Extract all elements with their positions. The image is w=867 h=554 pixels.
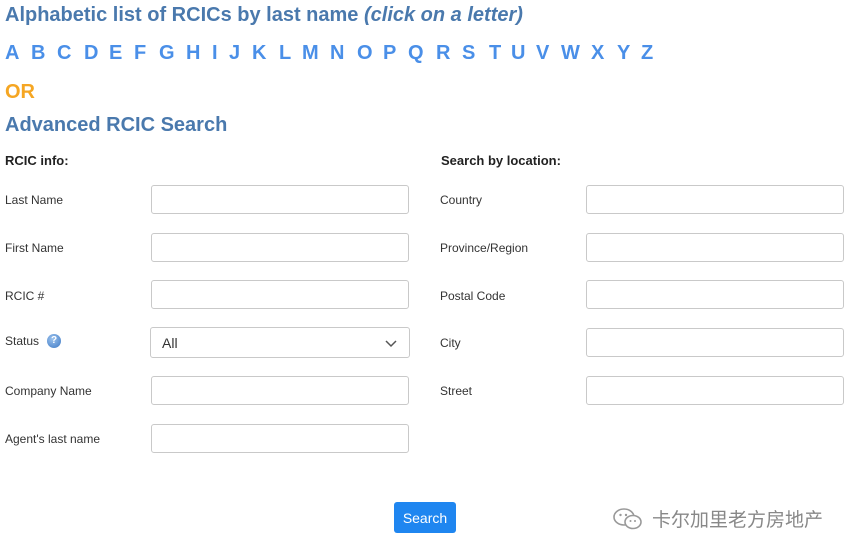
status-selected-value: All (162, 334, 178, 351)
letter-link-f[interactable]: F (134, 42, 146, 65)
letter-link-g[interactable]: G (159, 42, 175, 65)
letter-link-d[interactable]: D (84, 42, 98, 65)
alphabetic-list-title: Alphabetic list of RCICs by last name (c… (5, 4, 523, 27)
city-input[interactable] (586, 328, 844, 357)
alphabetic-title-text: Alphabetic list of RCICs by last name (5, 4, 359, 26)
letter-link-c[interactable]: C (57, 42, 71, 65)
letter-link-r[interactable]: R (436, 42, 450, 65)
letter-link-k[interactable]: K (252, 42, 266, 65)
province-input[interactable] (586, 233, 844, 262)
letter-link-y[interactable]: Y (617, 42, 630, 65)
watermark: 卡尔加里老方房地产 (612, 505, 823, 532)
help-icon[interactable]: ? (47, 334, 62, 348)
letter-link-h[interactable]: H (186, 42, 200, 65)
letter-link-w[interactable]: W (561, 42, 580, 65)
letter-link-n[interactable]: N (330, 42, 344, 65)
advanced-search-title: Advanced RCIC Search (5, 114, 228, 136)
rcic-info-heading: RCIC info: (5, 153, 69, 168)
letter-link-s[interactable]: S (462, 42, 475, 65)
alphabetic-hint: (click on a letter) (363, 4, 523, 26)
search-button[interactable]: Search (394, 502, 456, 533)
letter-link-z[interactable]: Z (641, 42, 653, 65)
letter-link-a[interactable]: A (5, 42, 19, 65)
last-name-input[interactable] (151, 185, 409, 214)
agent-last-name-label: Agent's last name (5, 432, 101, 446)
country-label: Country (440, 193, 483, 207)
wechat-icon (613, 507, 642, 529)
first-name-input[interactable] (151, 233, 409, 262)
first-name-label: First Name (5, 241, 64, 255)
letter-link-m[interactable]: M (302, 42, 319, 65)
letter-link-t[interactable]: T (489, 42, 501, 65)
letter-link-o[interactable]: O (357, 42, 373, 65)
status-label-row: Status ? (5, 334, 62, 348)
chevron-down-icon (385, 339, 397, 347)
letter-link-v[interactable]: V (536, 42, 549, 65)
letter-link-l[interactable]: L (279, 42, 291, 65)
last-name-label: Last Name (5, 193, 64, 207)
or-label: OR (5, 81, 35, 103)
company-name-input[interactable] (151, 376, 409, 405)
rcic-search-page: Alphabetic list of RCICs by last name (c… (0, 0, 867, 554)
location-heading: Search by location: (441, 153, 561, 168)
letter-link-b[interactable]: B (31, 42, 45, 65)
rcic-number-label: RCIC # (5, 289, 45, 303)
status-label: Status (5, 334, 40, 348)
letter-link-q[interactable]: Q (408, 42, 424, 65)
letter-link-p[interactable]: P (383, 42, 396, 65)
letter-link-x[interactable]: X (591, 42, 604, 65)
letter-links: ABCDEFGHIJKLMNOPQRSTUVWXYZ (0, 42, 867, 68)
postal-code-input[interactable] (586, 280, 844, 309)
company-name-label: Company Name (5, 384, 92, 398)
province-label: Province/Region (440, 241, 529, 255)
status-select[interactable]: All (150, 327, 410, 358)
agent-last-name-input[interactable] (151, 424, 409, 453)
street-input[interactable] (586, 376, 844, 405)
letter-link-u[interactable]: U (511, 42, 525, 65)
letter-link-i[interactable]: I (212, 42, 218, 65)
street-label: Street (440, 384, 473, 398)
city-label: City (440, 336, 461, 350)
letter-link-j[interactable]: J (229, 42, 240, 65)
country-input[interactable] (586, 185, 844, 214)
rcic-number-input[interactable] (151, 280, 409, 309)
letter-link-e[interactable]: E (109, 42, 122, 65)
watermark-text: 卡尔加里老方房地产 (652, 510, 824, 531)
postal-code-label: Postal Code (440, 289, 506, 303)
